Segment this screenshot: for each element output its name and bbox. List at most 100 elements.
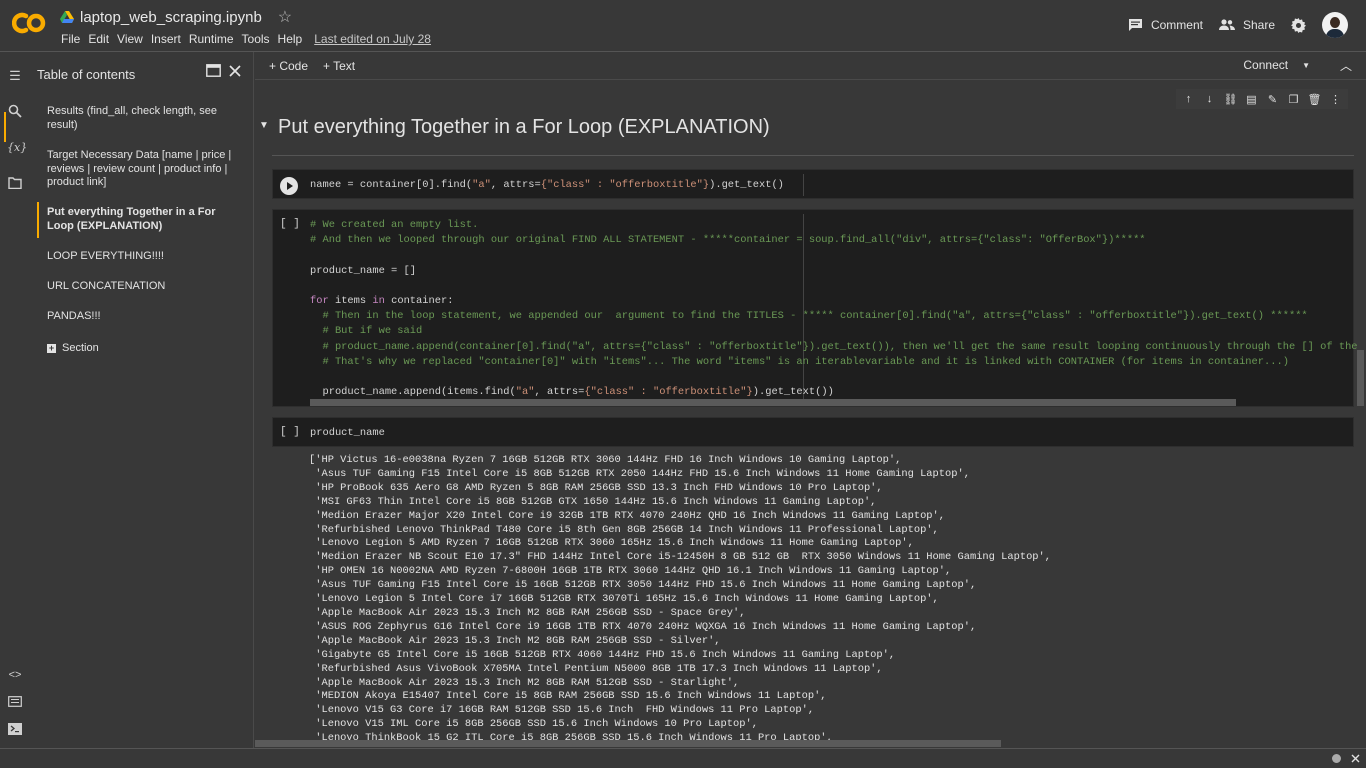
code-line: product_name = [] <box>310 265 417 277</box>
star-icon[interactable]: ☆ <box>278 7 292 27</box>
code-line: for items in container: <box>310 295 454 307</box>
open-in-tab-icon[interactable] <box>206 64 221 77</box>
connect-button[interactable]: Connect ▼ <box>1243 58 1310 72</box>
output-line: 'Lenovo V15 IML Core i5 8GB 256GB SSD 15… <box>309 718 758 731</box>
code-comment: # But if we said <box>310 325 423 337</box>
header-actions: Comment Share <box>1128 12 1348 38</box>
menu-view[interactable]: View <box>113 32 147 46</box>
output-line: 'HP ProBook 635 Aero G8 AMD Ryzen 5 8GB … <box>309 481 883 494</box>
command-palette-icon[interactable] <box>7 695 23 711</box>
more-options-icon[interactable]: ⋮ <box>1327 93 1344 106</box>
output-line: 'Apple MacBook Air 2023 15.3 Inch M2 8GB… <box>309 606 746 619</box>
menu-tools[interactable]: Tools <box>238 32 274 46</box>
code-snippets-icon[interactable]: <> <box>7 667 23 683</box>
exec-count: [ ] <box>280 218 300 230</box>
share-button[interactable]: Share <box>1218 18 1275 32</box>
comment-button[interactable]: Comment <box>1128 18 1203 32</box>
menu-insert[interactable]: Insert <box>147 32 185 46</box>
chevron-up-icon[interactable]: ︿ <box>1340 57 1352 74</box>
menu-runtime[interactable]: Runtime <box>185 32 238 46</box>
comment-icon <box>1128 19 1142 31</box>
section-label: Section <box>62 342 99 354</box>
app-header: laptop_web_scraping.ipynb ☆ File Edit Vi… <box>0 0 1366 52</box>
toc-item-target-data[interactable]: Target Necessary Data [name | price | re… <box>47 149 242 190</box>
close-icon[interactable] <box>229 64 241 77</box>
code-comment: # And then we looped through our origina… <box>310 234 1146 246</box>
output-line: 'Medion Erazer NB Scout E10 17.3" FHD 14… <box>309 551 1052 564</box>
status-bar <box>0 748 1366 768</box>
move-up-icon[interactable]: ↑ <box>1180 93 1197 105</box>
chevron-down-icon: ▼ <box>1302 60 1310 70</box>
exec-count: [ ] <box>280 426 300 438</box>
edit-icon[interactable]: ✎ <box>1264 93 1281 106</box>
close-icon[interactable] <box>1351 754 1360 763</box>
colab-logo-icon[interactable] <box>12 10 46 36</box>
output-line: 'Apple MacBook Air 2023 15.3 Inch M2 8GB… <box>309 634 721 647</box>
menu-help[interactable]: Help <box>274 32 307 46</box>
output-horizontal-scrollbar[interactable] <box>255 740 1001 747</box>
mirror-cell-icon[interactable]: ❐ <box>1285 93 1302 106</box>
output-line: 'Asus TUF Gaming F15 Intel Core i5 16GB … <box>309 579 977 592</box>
status-dot-icon <box>1332 754 1341 763</box>
last-edited-link[interactable]: Last edited on July 28 <box>310 32 435 46</box>
output-line: 'Refurbished Lenovo ThinkPad T480 Core i… <box>309 523 939 536</box>
menu-edit[interactable]: Edit <box>84 32 113 46</box>
add-section-button[interactable]: + Section <box>47 342 242 356</box>
panel-buttons <box>206 64 241 77</box>
add-text-button[interactable]: + Text <box>323 59 355 73</box>
google-drive-icon <box>60 11 74 23</box>
ruler-line <box>803 174 804 196</box>
notebook-title[interactable]: laptop_web_scraping.ipynb <box>80 9 262 26</box>
output-line: 'Lenovo V15 G3 Core i7 16GB RAM 512GB SS… <box>309 704 815 717</box>
toc-item-for-loop[interactable]: Put everything Together in a For Loop (E… <box>47 206 242 233</box>
delete-icon[interactable]: 🗑 <box>1306 93 1323 106</box>
menu-file[interactable]: File <box>57 32 84 46</box>
code-cell-3[interactable]: [ ] product_name <box>272 417 1354 447</box>
toc-item-url-concatenation[interactable]: URL CONCATENATION <box>47 280 242 294</box>
terminal-icon[interactable] <box>7 723 23 739</box>
toc-item-pandas[interactable]: PANDAS!!! <box>47 310 242 324</box>
output-line: 'Apple MacBook Air 2023 15.3 Inch M2 8GB… <box>309 676 740 689</box>
output-line: 'Lenovo Legion 5 Intel Core i7 16GB 512G… <box>309 593 939 606</box>
code-cell-2[interactable]: [ ] # We created an empty list. # And th… <box>272 209 1358 407</box>
output-line: 'Lenovo Legion 5 AMD Ryzen 7 16GB 512GB … <box>309 537 914 550</box>
comment-label: Comment <box>1150 18 1203 32</box>
code-cell-1[interactable]: namee = container[0].find("a", attrs={"c… <box>272 169 1354 199</box>
table-of-contents-panel: Table of contents Results (find_all, che… <box>30 52 254 748</box>
comment-icon[interactable]: ▤ <box>1243 93 1260 106</box>
toc-item-loop-everything[interactable]: LOOP EVERYTHING!!!! <box>47 250 242 264</box>
vertical-scrollbar[interactable] <box>1357 350 1364 406</box>
output-line: ['HP Victus 16-e0038na Ryzen 7 16GB 512G… <box>309 454 902 466</box>
toc-item-results[interactable]: Results (find_all, check length, see res… <box>47 105 242 132</box>
cell-output: ['HP Victus 16-e0038na Ryzen 7 16GB 512G… <box>309 454 1051 746</box>
notebook-toolbar: + Code + Text Connect ▼ ︿ <box>255 52 1366 80</box>
output-line: 'MEDION Akoya E15407 Intel Core i5 8GB R… <box>309 690 827 703</box>
variables-icon[interactable]: {x} <box>7 140 27 156</box>
rail-active-indicator <box>4 112 6 142</box>
connect-label: Connect <box>1243 58 1289 72</box>
folder-icon[interactable] <box>7 177 23 193</box>
share-label: Share <box>1242 18 1275 32</box>
code-comment: # That's why we replaced "container[0]" … <box>310 356 1289 368</box>
run-cell-button[interactable] <box>280 177 298 195</box>
output-line: 'Asus TUF Gaming F15 Intel Core i5 8GB 5… <box>309 467 970 480</box>
add-code-button[interactable]: + Code <box>269 59 308 73</box>
collapse-arrow-icon[interactable]: ▼ <box>259 120 269 131</box>
cell-toolbar: ↑ ↓ ⛓ ▤ ✎ ❐ 🗑 ⋮ <box>1176 89 1348 109</box>
code-line: product_name <box>310 427 385 439</box>
code-comment: # Then in the loop statement, we appende… <box>310 310 1308 322</box>
horizontal-scrollbar[interactable] <box>310 399 1236 406</box>
section-heading: Put everything Together in a For Loop (E… <box>278 116 770 138</box>
code-line: product_name.append(items.find("a", attr… <box>310 386 834 398</box>
avatar[interactable] <box>1322 12 1348 38</box>
gear-icon[interactable] <box>1291 17 1306 33</box>
toc-list-icon[interactable]: ☰ <box>7 68 23 84</box>
plus-box-icon: + <box>47 343 56 354</box>
code-line: namee = container[0].find("a", attrs={"c… <box>310 179 784 191</box>
title-row: laptop_web_scraping.ipynb ☆ <box>60 7 292 27</box>
search-icon[interactable] <box>7 104 23 120</box>
move-down-icon[interactable]: ↓ <box>1201 93 1218 105</box>
toc-active-indicator <box>37 202 39 238</box>
link-icon[interactable]: ⛓ <box>1222 93 1239 106</box>
left-rail: ☰ {x} <> <box>0 52 30 748</box>
